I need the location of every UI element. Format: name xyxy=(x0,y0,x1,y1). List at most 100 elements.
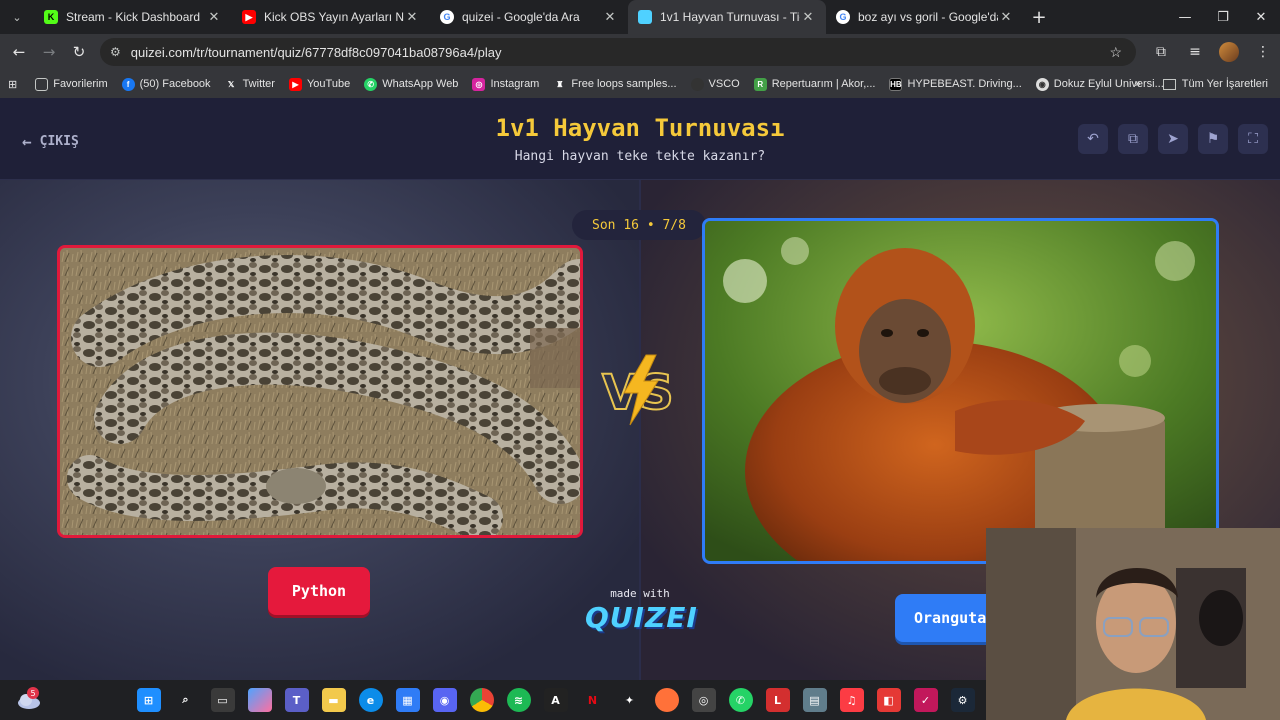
bookmark-item[interactable]: HB HYPEBEAST. Driving... xyxy=(889,77,1022,91)
tab-google-bear[interactable]: G boz ayı vs goril - Google'da Ara ✕ xyxy=(826,0,1024,34)
task-view-icon[interactable]: ▭ xyxy=(210,688,235,712)
facebook-icon: f xyxy=(121,77,135,91)
header-actions: ↶ ⧉ ➤ ⚑ ⛶ xyxy=(1068,124,1268,154)
close-icon[interactable]: ✕ xyxy=(800,9,816,25)
window-app-icon[interactable]: ▤ xyxy=(802,688,827,712)
python-image xyxy=(60,248,580,535)
undo-icon[interactable]: ↶ xyxy=(1078,124,1108,154)
tab-search-button[interactable]: ⌄ xyxy=(0,0,34,34)
tab-quizei[interactable]: 1v1 Hayvan Turnuvası - Tier List ✕ xyxy=(628,0,826,34)
tab-title: Stream - Kick Dashboard xyxy=(66,10,201,24)
copilot-icon[interactable] xyxy=(247,688,272,712)
webcam-overlay xyxy=(986,528,1280,720)
media-icon[interactable]: ≡ xyxy=(1178,44,1212,60)
edge-icon[interactable]: e xyxy=(358,688,383,712)
check-app-icon[interactable]: ✓ xyxy=(913,688,938,712)
menu-icon[interactable]: ⋮ xyxy=(1246,44,1280,60)
forward-icon[interactable]: → xyxy=(34,37,64,67)
flag-icon[interactable]: ⚑ xyxy=(1198,124,1228,154)
repertuar-icon: R xyxy=(753,77,767,91)
all-bookmarks-link[interactable]: Tüm Yer İşaretleri xyxy=(1182,78,1268,90)
bookmark-item[interactable]: ✆ WhatsApp Web xyxy=(364,77,458,91)
close-icon[interactable]: ✕ xyxy=(602,9,618,25)
round-indicator: Son 16 • 7/8 xyxy=(572,210,706,240)
tab-youtube[interactable]: ▶ Kick OBS Yayın Ayarları Nasıl Yapılır … xyxy=(232,0,430,34)
instagram-icon: ◎ xyxy=(472,77,486,91)
bookmark-star-icon[interactable]: ☆ xyxy=(1109,44,1122,61)
bookmark-item[interactable]: R Repertuarım | Akor,... xyxy=(753,77,875,91)
send-icon[interactable]: ➤ xyxy=(1158,124,1188,154)
google-icon: G xyxy=(836,10,850,24)
firefox-icon[interactable] xyxy=(654,688,679,712)
extensions-icon[interactable]: ⧉ xyxy=(1144,44,1178,60)
fullscreen-icon[interactable]: ⛶ xyxy=(1238,124,1268,154)
window-controls: — ❐ ✕ xyxy=(1166,0,1280,34)
profile-avatar[interactable] xyxy=(1219,42,1239,62)
python-image-card[interactable] xyxy=(57,245,583,538)
tab-google-quizei[interactable]: G quizei - Google'da Ara ✕ xyxy=(430,0,628,34)
maximize-icon[interactable]: ❐ xyxy=(1204,0,1242,34)
quizei-logo[interactable]: QUIZEI xyxy=(585,601,697,634)
made-with-label: made with xyxy=(610,587,670,600)
game-icon[interactable]: ✦ xyxy=(618,688,642,712)
address-bar[interactable]: ⚙ quizei.com/tr/tournament/quiz/67778df8… xyxy=(100,38,1136,66)
tab-bar: ⌄ K Stream - Kick Dashboard ✕ ▶ Kick OBS… xyxy=(0,0,1280,34)
close-window-icon[interactable]: ✕ xyxy=(1242,0,1280,34)
music-icon[interactable]: ♫ xyxy=(839,688,864,712)
adobe-icon[interactable]: A xyxy=(543,688,568,712)
orangutan-image-card[interactable] xyxy=(702,218,1219,564)
bookmark-item[interactable]: 𝕏 Twitter xyxy=(225,78,275,91)
kick-icon: K xyxy=(44,10,58,24)
loops-icon: ♜ xyxy=(556,79,564,89)
store-icon[interactable]: ▦ xyxy=(395,688,420,712)
quizei-icon xyxy=(638,10,652,24)
chrome-icon[interactable] xyxy=(469,688,494,712)
toolbar-right: ⧉ ≡ ⋮ xyxy=(1144,34,1280,70)
bookmarks-bar: ⊞ Favorilerim f (50) Facebook 𝕏 Twitter ▶ Y… xyxy=(0,70,1280,98)
search-icon[interactable]: ⌕ xyxy=(174,688,198,712)
obs-icon[interactable]: ◎ xyxy=(691,688,716,712)
youtube-icon: ▶ xyxy=(288,77,302,91)
browser-toolbar: ← → ↻ ⚙ quizei.com/tr/tournament/quiz/67… xyxy=(0,34,1280,70)
bookmark-item[interactable]: ♜ Free loops samples... xyxy=(553,78,676,91)
share-icon[interactable]: ⧉ xyxy=(1118,124,1148,154)
netflix-icon[interactable]: N xyxy=(581,688,605,712)
steam-icon[interactable]: ⚙ xyxy=(950,688,975,712)
bookmark-item[interactable]: f (50) Facebook xyxy=(121,77,211,91)
close-icon[interactable]: ✕ xyxy=(404,9,420,25)
tab-title: 1v1 Hayvan Turnuvası - Tier List xyxy=(660,10,800,24)
reload-icon[interactable]: ↻ xyxy=(64,37,94,67)
folder-icon xyxy=(35,77,49,91)
lightning-icon: VS xyxy=(601,354,675,426)
tab-title: quizei - Google'da Ara xyxy=(462,10,580,24)
python-choice-button[interactable]: Python xyxy=(268,567,370,615)
l-app-icon[interactable]: L xyxy=(765,688,790,712)
spotify-icon[interactable]: ≋ xyxy=(506,688,531,712)
close-icon[interactable]: ✕ xyxy=(206,9,222,25)
close-icon[interactable]: ✕ xyxy=(998,9,1014,25)
discord-icon[interactable]: ◉ xyxy=(432,688,457,712)
new-tab-button[interactable]: + xyxy=(1024,0,1054,34)
file-explorer-icon[interactable]: ▬ xyxy=(321,688,346,712)
whatsapp-icon[interactable]: ✆ xyxy=(728,688,753,712)
x-icon: 𝕏 xyxy=(227,79,235,89)
apps-icon[interactable]: ⊞ xyxy=(8,78,17,91)
tab-title: boz ayı vs goril - Google'da Ara xyxy=(858,10,998,24)
bookmark-item[interactable]: VSCO xyxy=(690,77,740,91)
more-bookmarks-icon[interactable]: » xyxy=(1135,78,1141,90)
deu-icon: ◉ xyxy=(1035,77,1049,91)
quiz-header: ← ÇIKIŞ 1v1 Hayvan Turnuvası Hangi hayva… xyxy=(0,98,1280,180)
tab-kick[interactable]: K Stream - Kick Dashboard ✕ xyxy=(34,0,232,34)
teams-icon[interactable]: T xyxy=(284,688,309,712)
bookmark-item[interactable]: ▶ YouTube xyxy=(288,77,350,91)
folder-icon xyxy=(1162,78,1176,90)
minimize-icon[interactable]: — xyxy=(1166,0,1204,34)
bookmark-item[interactable]: Favorilerim xyxy=(35,77,108,91)
site-info-icon[interactable]: ⚙ xyxy=(110,45,121,59)
windows-start-icon[interactable]: ⊞ xyxy=(136,688,161,712)
bookmark-item[interactable]: ◎ Instagram xyxy=(472,77,539,91)
whatsapp-icon: ✆ xyxy=(364,77,378,91)
back-icon[interactable]: ← xyxy=(4,37,34,67)
tab-title: Kick OBS Yayın Ayarları Nasıl Yapılır xyxy=(264,10,404,24)
red-app-icon[interactable]: ◧ xyxy=(876,688,901,712)
